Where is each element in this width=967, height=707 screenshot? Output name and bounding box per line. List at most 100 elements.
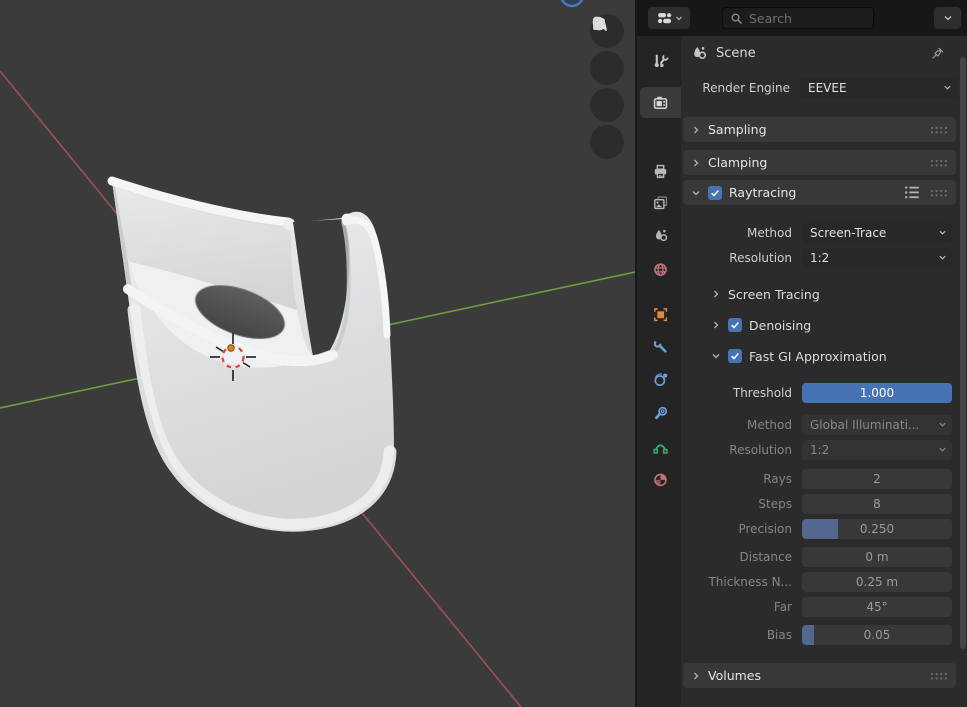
bias-slider[interactable]: 0.05 [802, 625, 952, 645]
breadcrumb-scene-label: Scene [716, 46, 756, 61]
tab-physics[interactable] [640, 364, 681, 395]
curve-data-icon [652, 438, 669, 455]
grid-icon [590, 14, 610, 34]
gi-resolution-dropdown[interactable]: 1:2 [802, 440, 952, 460]
tab-modifiers[interactable] [640, 331, 681, 362]
properties-scrollbar[interactable] [960, 57, 966, 649]
tab-tool[interactable] [640, 46, 681, 77]
check-icon [730, 320, 740, 330]
breadcrumb: Scene [681, 36, 967, 70]
gi-method-dropdown[interactable]: Global Illuminati... [802, 415, 952, 435]
object-icon [652, 306, 669, 323]
perspective-grid-button[interactable] [590, 125, 624, 159]
gi-method-row: Method Global Illuminati... [683, 413, 967, 436]
rays-row: Rays 2 [683, 467, 967, 490]
viewport-gizmo-column [590, 14, 624, 159]
far-field[interactable]: 45° [802, 597, 952, 617]
chevron-right-icon [691, 671, 701, 681]
physics-icon [652, 371, 669, 388]
subpanel-denoising[interactable]: Denoising [683, 314, 967, 336]
3d-viewport[interactable] [0, 0, 635, 707]
tab-material[interactable] [640, 464, 681, 495]
pin-button[interactable] [930, 46, 945, 61]
render-icon [652, 94, 669, 111]
header-options-button[interactable] [934, 7, 961, 29]
material-icon [652, 471, 669, 488]
panel-raytracing[interactable]: Raytracing [683, 180, 956, 205]
object-origin-dot [228, 345, 234, 351]
view-layer-icon [652, 194, 669, 211]
chevron-down-icon [711, 351, 721, 361]
tool-icon [652, 53, 669, 70]
tab-world[interactable] [640, 254, 681, 285]
chevron-down-icon [943, 83, 952, 92]
chevron-right-icon [711, 289, 721, 299]
viewport-scene [0, 0, 635, 707]
distance-field[interactable]: 0 m [802, 547, 952, 567]
panel-clamping[interactable]: Clamping [683, 150, 956, 175]
properties-header: Search [637, 0, 967, 36]
chevron-down-icon [938, 445, 947, 454]
presets-list-icon[interactable] [904, 185, 920, 200]
far-row: Far 45° [683, 595, 967, 618]
tab-scene[interactable] [640, 220, 681, 251]
raytracing-resolution-dropdown[interactable]: 1:2 [802, 248, 952, 268]
denoising-checkbox[interactable] [728, 318, 742, 332]
chevron-down-icon [691, 188, 701, 198]
thickness-field[interactable]: 0.25 m [802, 572, 952, 592]
chevron-right-icon [691, 158, 701, 168]
editor-type-button[interactable] [648, 7, 690, 29]
properties-tab-strip [637, 36, 681, 707]
chevron-down-icon [938, 253, 947, 262]
tab-output[interactable] [640, 156, 681, 187]
chevron-down-icon [675, 14, 683, 22]
chevron-right-icon [691, 125, 701, 135]
steps-field[interactable]: 8 [802, 494, 952, 514]
wrench-icon [652, 338, 669, 355]
raytracing-method-dropdown[interactable]: Screen-Trace [802, 223, 952, 243]
constraints-icon [652, 404, 669, 421]
tab-render[interactable] [640, 87, 681, 118]
check-icon [730, 351, 740, 361]
tab-object[interactable] [640, 299, 681, 330]
properties-content: Scene Render Engine EEVEE [681, 36, 967, 707]
properties-editor: Search [637, 0, 967, 707]
precision-slider[interactable]: 0.250 [802, 519, 952, 539]
subpanel-fast-gi[interactable]: Fast GI Approximation [683, 345, 967, 367]
threshold-slider[interactable]: 1.000 [802, 383, 952, 403]
fast-gi-checkbox[interactable] [728, 349, 742, 363]
steps-row: Steps 8 [683, 492, 967, 515]
thickness-row: Thickness N... 0.25 m [683, 570, 967, 593]
panel-grip-icon[interactable] [930, 125, 948, 135]
chevron-down-icon [943, 13, 953, 23]
scene-icon [652, 227, 669, 244]
render-engine-dropdown[interactable]: EEVEE [800, 78, 957, 98]
tab-view-layer[interactable] [640, 187, 681, 218]
panel-grip-icon[interactable] [930, 188, 948, 198]
search-icon [730, 12, 743, 25]
pan-button[interactable] [590, 51, 624, 85]
raytracing-checkbox[interactable] [708, 186, 722, 200]
tab-object-data[interactable] [640, 431, 681, 462]
precision-row: Precision 0.250 [683, 517, 967, 540]
panel-volumes[interactable]: Volumes [683, 663, 956, 688]
chevron-down-icon [938, 228, 947, 237]
render-engine-label: Render Engine [681, 81, 790, 95]
panel-grip-icon[interactable] [930, 158, 948, 168]
gi-resolution-row: Resolution 1:2 [683, 438, 967, 461]
search-input[interactable]: Search [722, 7, 874, 29]
threshold-row: Threshold 1.000 [683, 381, 967, 404]
pin-icon [930, 46, 945, 61]
bias-row: Bias 0.05 [683, 623, 967, 646]
subpanel-screen-tracing[interactable]: Screen Tracing [683, 283, 967, 305]
camera-view-button[interactable] [590, 88, 624, 122]
tab-constraints[interactable] [640, 397, 681, 428]
panel-sampling[interactable]: Sampling [683, 117, 956, 142]
search-placeholder: Search [749, 11, 792, 26]
world-icon [652, 261, 669, 278]
rays-field[interactable]: 2 [802, 469, 952, 489]
panel-grip-icon[interactable] [930, 671, 948, 681]
check-icon [710, 188, 720, 198]
chevron-down-icon [938, 420, 947, 429]
distance-row: Distance 0 m [683, 545, 967, 568]
